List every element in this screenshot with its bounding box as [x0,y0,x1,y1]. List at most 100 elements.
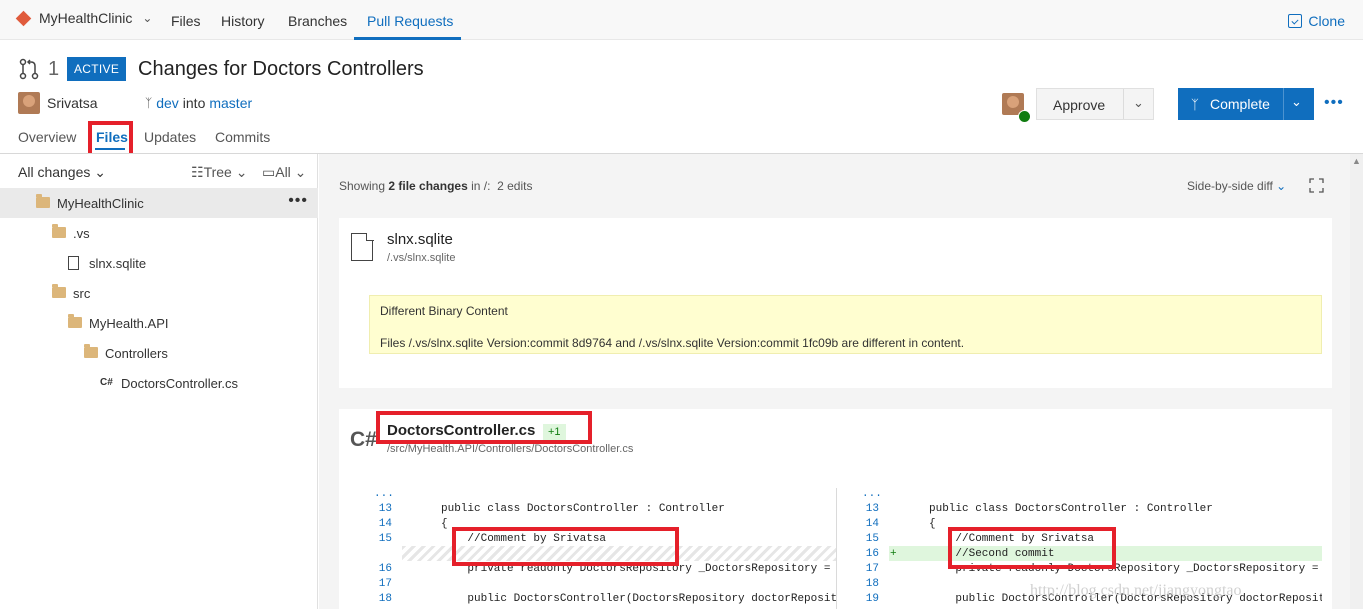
tree-item-root[interactable]: MyHealthClinic ••• [0,188,318,218]
line-number: 13 [378,503,392,515]
line-number: 14 [378,518,392,530]
complete-separator [1283,88,1284,120]
into-label: into [182,95,206,111]
file-path: /src/MyHealth.API/Controllers/DoctorsCon… [387,443,634,455]
watermark: http://blog.csdn.net/jiangyongtao [1030,582,1242,599]
git-logo-icon [15,10,32,26]
code-line: public class DoctorsController : Control… [441,503,725,515]
change-summary: Showing 2 file changes in /: 2 edits [339,179,532,193]
nav-branches[interactable]: Branches [288,13,347,29]
tree-item-vs[interactable]: .vs [0,218,318,248]
file-name[interactable]: slnx.sqlite [387,231,453,248]
summary-count: 2 file changes [388,179,468,193]
fullscreen-icon[interactable] [1309,178,1324,193]
code-line: { [929,518,936,530]
tree-view-dropdown[interactable]: ☷Tree ⌄ [191,164,247,181]
highlight-file-name [376,411,592,444]
scroll-up-icon[interactable]: ▲ [1352,156,1361,166]
branch-icon: ᛉ [145,96,153,110]
source-branch-link[interactable]: dev [156,95,179,111]
approve-separator [1123,89,1124,119]
line-number: 16 [865,548,879,560]
approve-label: Approve [1053,97,1106,113]
project-name: MyHealthClinic [39,10,133,26]
tree-toolbar: All changes ⌄ ☷Tree ⌄ ▭All ⌄ [0,154,318,188]
tree-item-label: MyHealthClinic [57,196,144,211]
branch-info: ᛉ dev into master [145,95,252,111]
tree-view-icon: ☷ [191,164,204,180]
project-selector[interactable]: MyHealthClinic ⌄ [15,10,153,26]
repo-folder-icon [36,194,50,208]
diff-mode-label: Side-by-side diff [1187,179,1273,193]
file-icon [68,256,79,270]
more-actions-icon[interactable]: ••• [1324,94,1344,112]
diff-mode-dropdown[interactable]: Side-by-side diff ⌄ [1187,179,1286,193]
diff-splitter[interactable] [836,488,837,609]
approved-check-icon [1018,110,1031,123]
chevron-down-icon: ⌄ [142,11,153,25]
line-number: 19 [865,593,879,605]
tree-item-slnx[interactable]: slnx.sqlite [0,248,318,278]
file-path: /.vs/slnx.sqlite [387,252,456,264]
clone-label: Clone [1308,13,1345,29]
csharp-file-icon: C# [350,428,377,451]
tree-item-controllers[interactable]: Controllers [0,338,318,368]
pr-number: 1 [48,58,60,80]
scope-label: All [275,164,291,180]
summary-suffix: in /: [471,179,491,193]
approve-dropdown-icon[interactable]: ⌄ [1133,95,1144,111]
changes-filter-label: All changes [18,164,91,180]
line-number: 17 [865,563,879,575]
tree-item-label: slnx.sqlite [89,256,147,271]
merge-icon: ᛉ [1191,97,1199,112]
tree-item-label: Controllers [105,346,168,361]
tab-overview[interactable]: Overview [18,129,76,145]
tree-item-src[interactable]: src [0,278,318,308]
status-badge: ACTIVE [67,57,127,81]
tree-view-label: Tree [203,164,232,180]
line-number: 18 [865,578,879,590]
complete-label: Complete [1210,96,1270,112]
notice-body: Files /.vs/slnx.sqlite Version:commit 8d… [380,336,965,350]
target-branch-link[interactable]: master [209,95,252,111]
added-marker: + [890,548,897,560]
active-nav-indicator [354,37,461,40]
highlight-right-comment [948,527,1116,569]
nav-pull-requests[interactable]: Pull Requests [367,13,453,29]
line-number: 18 [378,593,392,605]
summary-edits: 2 edits [497,179,533,193]
more-icon[interactable]: ••• [288,192,308,210]
changes-filter-dropdown[interactable]: All changes ⌄ [18,164,106,181]
nav-files[interactable]: Files [171,13,201,29]
csharp-file-icon: C# [100,377,113,388]
complete-button[interactable]: ᛉ Complete ⌄ [1178,88,1314,120]
folder-icon [68,314,82,328]
expand-ellipsis-left[interactable]: ... [374,488,394,500]
scope-dropdown[interactable]: ▭All ⌄ [262,164,306,181]
tree-item-doctorscontroller[interactable]: C# DoctorsController.cs [0,368,318,398]
top-nav: MyHealthClinic ⌄ Files History Branches … [0,0,1363,40]
tree-item-label: DoctorsController.cs [121,376,239,391]
page-title: Changes for Doctors Controllers [138,58,424,80]
approve-button[interactable]: Approve ⌄ [1036,88,1154,120]
summary-prefix: Showing [339,179,386,193]
tab-commits[interactable]: Commits [215,129,270,145]
scrollbar[interactable]: ▲ [1350,154,1363,609]
pull-request-icon [19,58,39,80]
author-name: Srivatsa [47,95,98,111]
code-line: public class DoctorsController : Control… [929,503,1213,515]
folder-icon [84,344,98,358]
code-line: { [441,518,448,530]
tree-item-myhealth-api[interactable]: MyHealth.API [0,308,318,338]
tab-updates[interactable]: Updates [144,129,196,145]
notice-title: Different Binary Content [380,304,508,318]
folder-icon [52,284,66,298]
complete-dropdown-icon[interactable]: ⌄ [1291,94,1302,110]
folder-icon [52,224,66,238]
comment-icon: ▭ [262,164,276,180]
clone-button[interactable]: Clone [1288,13,1345,29]
nav-history[interactable]: History [221,13,265,29]
file-tree-panel: All changes ⌄ ☷Tree ⌄ ▭All ⌄ MyHealthCli… [0,154,318,609]
line-number: 14 [865,518,879,530]
expand-ellipsis-right[interactable]: ... [862,488,882,500]
